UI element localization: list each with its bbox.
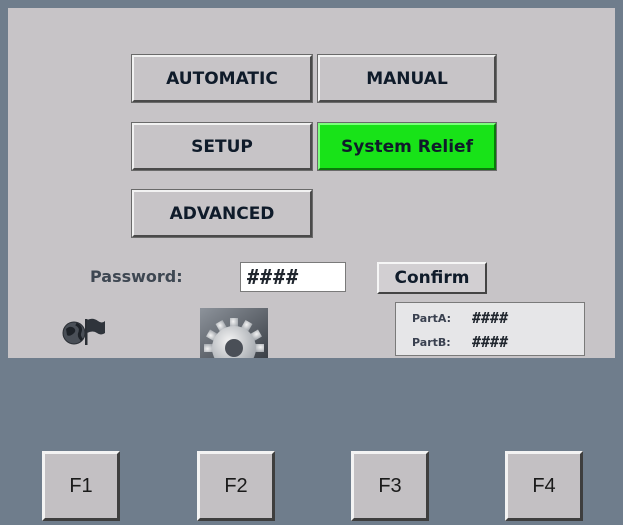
part-a-value: #### [472,309,509,327]
manual-button[interactable]: MANUAL [317,54,497,103]
system-relief-button[interactable]: System Relief [317,122,497,171]
f4-key[interactable]: F4 [505,451,583,521]
part-a-row: PartA: #### [412,309,508,327]
part-a-label: PartA: [412,311,451,325]
password-field[interactable]: #### [240,262,346,292]
advanced-button[interactable]: ADVANCED [131,189,313,238]
part-b-value: #### [472,333,509,351]
automatic-button[interactable]: AUTOMATIC [131,54,313,103]
part-b-label: PartB: [412,335,451,349]
f2-key[interactable]: F2 [197,451,275,521]
f1-key[interactable]: F1 [42,451,120,521]
confirm-button[interactable]: Confirm [377,262,487,294]
password-label: Password: [90,267,183,286]
setup-button[interactable]: SETUP [131,122,313,171]
f3-key[interactable]: F3 [351,451,429,521]
gear-icon[interactable] [200,308,268,358]
globe-flag-icon[interactable] [60,313,106,347]
part-b-row: PartB: #### [412,333,508,351]
parts-display: PartA: #### PartB: #### [395,302,585,356]
